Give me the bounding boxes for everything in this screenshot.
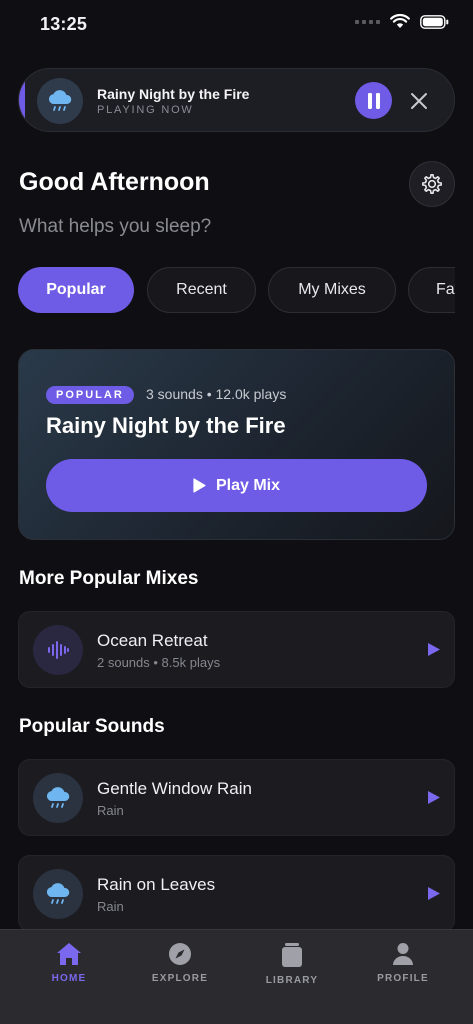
section-title-mixes: More Popular Mixes	[19, 568, 199, 589]
mix-title: Ocean Retreat	[97, 631, 208, 650]
status-time: 13:25	[40, 14, 88, 34]
nav-profile[interactable]: PROFILE	[363, 942, 443, 984]
now-playing-status: PLAYING NOW	[97, 104, 194, 116]
compass-icon	[169, 943, 191, 965]
status-icons	[355, 14, 449, 29]
pause-icon	[367, 92, 380, 109]
gear-icon	[422, 174, 442, 195]
tab-favorites[interactable]: Favorites	[408, 267, 455, 313]
nav-library[interactable]: LIBRARY	[252, 942, 332, 986]
close-now-playing-button[interactable]	[403, 85, 435, 117]
play-mix-label: Play Mix	[215, 476, 281, 494]
rain-cloud-icon	[48, 90, 72, 111]
category-tabs: Popular Recent My Mixes Favorites	[0, 260, 455, 320]
greeting-title: Good Afternoon	[19, 168, 210, 196]
greeting-subtitle: What helps you sleep?	[19, 216, 212, 237]
rain-cloud-icon	[46, 787, 70, 808]
sound-icon-container	[33, 773, 83, 823]
nav-explore-label: EXPLORE	[151, 973, 209, 984]
mix-icon-container	[33, 625, 83, 675]
nav-explore[interactable]: EXPLORE	[140, 942, 220, 984]
nav-home[interactable]: HOME	[29, 942, 109, 984]
cellular-signal-icon	[355, 19, 380, 24]
profile-icon	[393, 943, 413, 965]
popular-badge: POPULAR	[46, 386, 134, 404]
now-playing-progress-accent	[19, 69, 25, 131]
sound-card-gentle-window-rain[interactable]: Gentle Window Rain Rain	[18, 759, 455, 836]
play-icon[interactable]	[427, 886, 441, 901]
now-playing-bar[interactable]: Rainy Night by the Fire PLAYING NOW	[18, 68, 455, 132]
sound-category: Rain	[97, 899, 124, 914]
sound-category: Rain	[97, 803, 124, 818]
mix-subtitle: 2 sounds • 8.5k plays	[97, 655, 221, 670]
nav-home-label: HOME	[51, 973, 87, 984]
mix-card-ocean-retreat[interactable]: Ocean Retreat 2 sounds • 8.5k plays	[18, 611, 455, 688]
now-playing-artwork	[37, 78, 83, 124]
nav-library-label: LIBRARY	[265, 975, 319, 986]
settings-button[interactable]	[409, 161, 455, 207]
sound-title: Rain on Leaves	[97, 875, 216, 894]
now-playing-title: Rainy Night by the Fire	[97, 86, 250, 102]
wifi-icon	[390, 14, 410, 28]
featured-mix-title: Rainy Night by the Fire	[46, 413, 286, 438]
sound-card-rain-on-leaves[interactable]: Rain on Leaves Rain	[18, 855, 455, 932]
home-icon	[57, 943, 81, 965]
library-icon	[282, 943, 302, 967]
play-mix-button[interactable]: Play Mix	[46, 459, 427, 512]
sound-icon-container	[33, 869, 83, 919]
play-icon[interactable]	[427, 642, 441, 657]
tab-popular[interactable]: Popular	[18, 267, 134, 313]
nav-profile-label: PROFILE	[377, 973, 429, 984]
sound-title: Gentle Window Rain	[97, 779, 252, 798]
section-title-sounds: Popular Sounds	[19, 716, 165, 737]
battery-icon	[420, 14, 449, 29]
play-icon	[193, 478, 206, 493]
tab-my-mixes[interactable]: My Mixes	[268, 267, 396, 313]
pause-button[interactable]	[355, 82, 392, 119]
rain-cloud-icon	[46, 883, 70, 904]
play-icon[interactable]	[427, 790, 441, 805]
waveform-icon	[48, 641, 69, 659]
close-icon	[411, 93, 427, 109]
featured-mix-meta: 3 sounds • 12.0k plays	[146, 386, 287, 402]
tab-recent[interactable]: Recent	[147, 267, 256, 313]
